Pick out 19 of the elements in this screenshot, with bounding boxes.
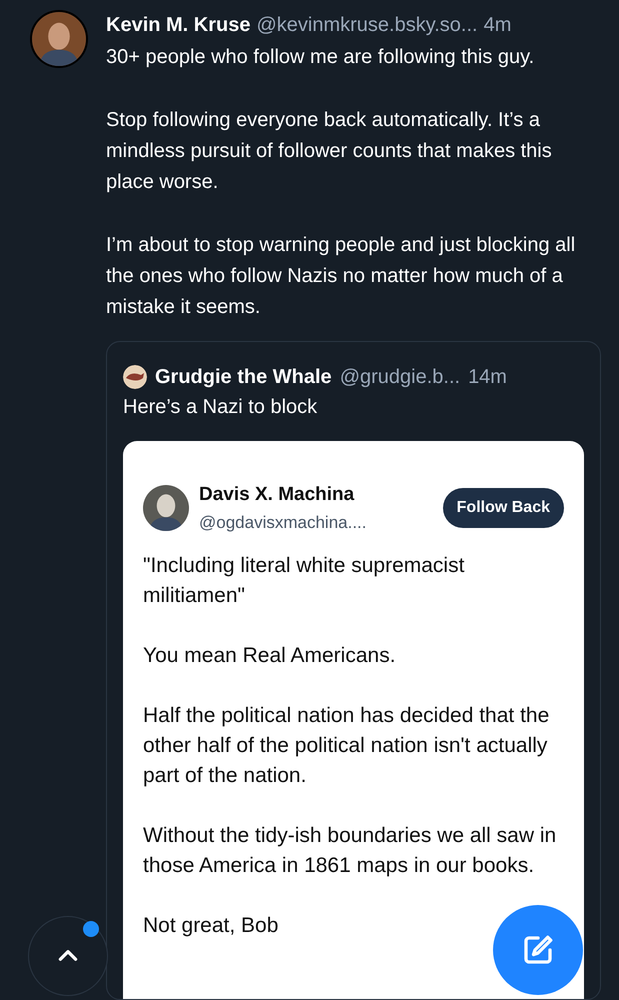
screenshot-text: Without the tidy-ish boundaries we all saw in those America in 1861 maps in our books. [143,823,558,879]
screenshot-text: Half the political nation has decided that the other half of the political nation isn't actually part of the nation. [143,703,550,789]
screenshot-text: Not great, Bob [143,913,280,939]
quote-time: 14m [468,365,507,390]
author-name[interactable]: Kevin M. Kruse [106,10,250,40]
quote-handle[interactable]: @grudgie.b... [340,362,460,392]
post-text: 30+ people who follow me are following this guy. [106,45,536,70]
quote-text: Here’s a Nazi to block [123,395,318,420]
screenshot-text: "Including literal white supremacist militiamen" [143,553,466,609]
author-handle[interactable]: @kevinmkruse.bsky.so... [256,10,478,40]
quote-card[interactable] [106,341,601,1000]
post-text: Stop following everyone back automatically. It’s a mindless pursuit of follower counts that makes this place worse. [106,108,553,195]
screenshot-handle: @ogdavisxmachina.... [199,512,368,534]
screenshot-author: Davis X. Machina [199,483,356,507]
post-text: I’m about to stop warning people and just blocking all the ones who follow Nazis no matter how much of a mistake it seems. [106,233,576,320]
screenshot-text: You mean Real Americans. [143,643,397,669]
quote-author[interactable]: Grudgie the Whale [155,362,332,392]
post-time: 4m [484,13,512,38]
follow-back-button: Follow Back [442,488,564,528]
